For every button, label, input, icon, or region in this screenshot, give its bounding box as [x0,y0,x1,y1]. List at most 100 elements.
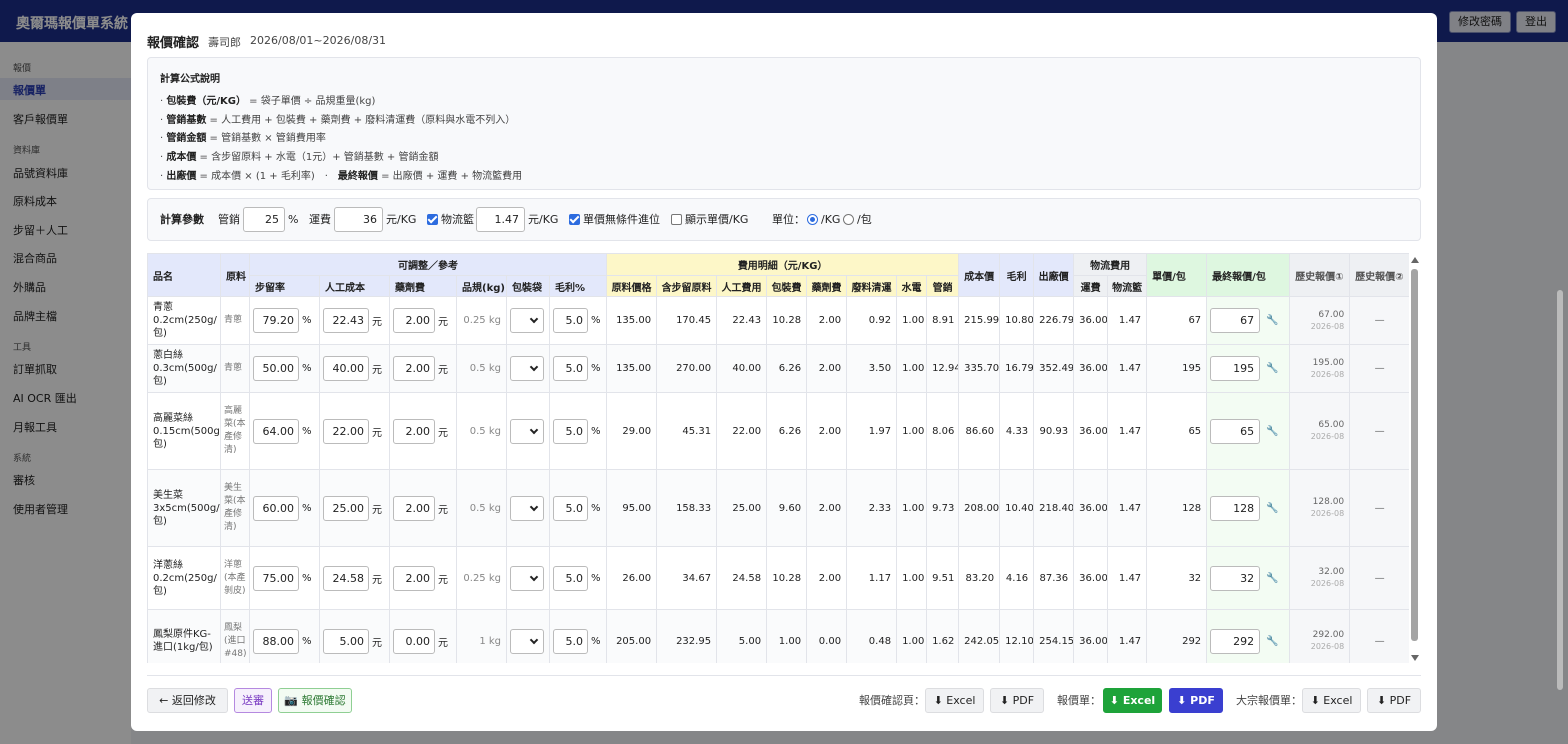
history-1-date: 2026-08 [1310,432,1345,441]
margin-input[interactable]: 5.0 [553,565,588,591]
cell-profit: 10.80 [999,296,1035,345]
bag-select[interactable] [510,356,544,381]
yield-input[interactable]: 64.00 [253,418,299,444]
confirm-page-pdf-button[interactable]: ⬇ PDF [990,688,1044,713]
cell-material: 鳳梨(進口#48) [220,609,250,663]
yield-input[interactable]: 60.00 [253,495,299,521]
cell-history-2: — [1349,469,1409,547]
scroll-up-arrow-icon[interactable] [1411,257,1419,263]
cell-profit: 4.16 [999,546,1035,610]
table-scrollbar-thumb[interactable] [1411,269,1418,641]
col-profit: 毛利 [999,253,1035,297]
yield-input[interactable]: 50.00 [253,356,299,381]
margin-input[interactable]: 5.0 [553,308,588,333]
cell-final-price: 32 🔧 [1206,546,1291,610]
back-to-edit-button[interactable]: ← 返回修改 [147,688,228,713]
cell-labor: 5.00 元 [319,609,390,663]
cell-unit-price: 292 [1146,609,1208,663]
bag-select[interactable] [510,565,544,591]
cell-chem: 2.00 元 [389,469,457,547]
final-price-input[interactable]: 292 [1210,628,1261,654]
bag-select[interactable] [510,495,544,521]
margin-input[interactable]: 5.0 [553,356,588,381]
labor-input[interactable]: 22.43 [323,308,369,333]
bag-select[interactable] [510,418,544,444]
quote-table: 品名 原料 可調整／參考 費用明細（元/KG） 成本價 毛利 出廠價 物流費用 … [147,253,1409,663]
wrench-icon[interactable]: 🔧 [1266,636,1278,647]
table-row: 高麗菜絲 0.15cm(500g/包) 高麗菜(本產修清) 64.00% 22.00 元… [147,392,1409,470]
final-price-input[interactable]: 65 [1210,418,1261,444]
final-price-input[interactable]: 67 [1210,308,1261,333]
cell-history-1: 65.00 2026-08 [1289,392,1351,470]
history-1-value: 292.00 [1312,630,1345,640]
labor-input[interactable]: 5.00 [323,628,369,654]
mgmt-rate-input[interactable]: 25 [243,207,285,232]
chem-unit: 元 [438,637,448,649]
chem-unit: 元 [438,504,448,516]
margin-input[interactable]: 5.0 [553,418,588,444]
labor-input[interactable]: 25.00 [323,495,369,521]
labor-input[interactable]: 40.00 [323,356,369,381]
bag-select[interactable] [510,628,544,654]
page-scrollbar[interactable] [1556,40,1564,700]
round-up-checkbox[interactable] [569,214,580,225]
labor-unit: 元 [372,574,382,586]
yield-input[interactable]: 88.00 [253,628,299,654]
unit-kg-label: /KG [821,213,841,226]
cell-material: 洋蔥(本產剝皮) [220,546,250,610]
cell-material: 高麗菜(本產修清) [220,392,250,470]
wrench-icon[interactable]: 🔧 [1266,363,1278,374]
labor-unit: 元 [372,637,382,649]
margin-input[interactable]: 5.0 [553,628,588,654]
bulk-excel-button[interactable]: ⬇ Excel [1302,688,1361,713]
wrench-icon[interactable]: 🔧 [1266,503,1278,514]
bulk-export-label: 大宗報價單： [1236,694,1302,707]
bag-select[interactable] [510,308,544,333]
final-price-input[interactable]: 128 [1210,495,1261,521]
chem-input[interactable]: 0.00 [393,628,435,654]
formula-title: 計算公式說明 [160,74,220,85]
unit-kg-radio[interactable] [807,214,818,225]
submit-review-button[interactable]: 送審 [234,688,272,713]
confirm-page-excel-button[interactable]: ⬇ Excel [925,688,984,713]
wrench-icon[interactable]: 🔧 [1266,315,1278,326]
quote-pdf-button[interactable]: ⬇ PDF [1169,688,1223,713]
cell-utility: 1.00 [896,344,928,393]
bulk-pdf-button[interactable]: ⬇ PDF [1367,688,1421,713]
cell-bag [506,546,550,610]
chem-input[interactable]: 2.00 [393,308,435,333]
labor-input[interactable]: 22.00 [323,418,369,444]
table-scrollbar[interactable] [1410,257,1420,661]
labor-unit: 元 [372,365,382,376]
chem-input[interactable]: 2.00 [393,565,435,591]
chem-input[interactable]: 2.00 [393,495,435,521]
quote-table-scroll[interactable]: 品名 原料 可調整／參考 費用明細（元/KG） 成本價 毛利 出廠價 物流費用 … [147,253,1409,663]
quote-confirm-button[interactable]: 📷 報價確認 [278,688,352,713]
wrench-icon[interactable]: 🔧 [1266,573,1278,584]
unit-pack-radio[interactable] [843,214,854,225]
cell-raw-price: 95.00 [606,469,658,547]
cell-mgmt: 12.94 [926,344,960,393]
quote-excel-button[interactable]: ⬇ Excel [1103,688,1162,713]
round-up-label: 單價無條件進位 [583,213,660,226]
chem-input[interactable]: 2.00 [393,356,435,381]
margin-input[interactable]: 5.0 [553,495,588,521]
labor-input[interactable]: 24.58 [323,565,369,591]
cell-history-2: — [1349,546,1409,610]
final-price-input[interactable]: 32 [1210,565,1261,591]
freight-input[interactable]: 36 [334,207,383,232]
yield-input[interactable]: 75.00 [253,565,299,591]
cell-mgmt: 8.91 [926,296,960,345]
final-price-input[interactable]: 195 [1210,356,1261,381]
cell-raw-price: 205.00 [606,609,658,663]
yield-input[interactable]: 79.20 [253,308,299,333]
chem-input[interactable]: 2.00 [393,418,435,444]
basket-checkbox[interactable] [427,214,438,225]
chem-unit: 元 [438,365,448,376]
cell-utility: 1.00 [896,609,928,663]
wrench-icon[interactable]: 🔧 [1266,426,1278,437]
basket-fee-input[interactable]: 1.47 [476,207,525,232]
history-1-value: 128.00 [1312,497,1345,507]
show-unit-price-checkbox[interactable] [671,214,682,225]
scroll-down-arrow-icon[interactable] [1411,655,1419,661]
